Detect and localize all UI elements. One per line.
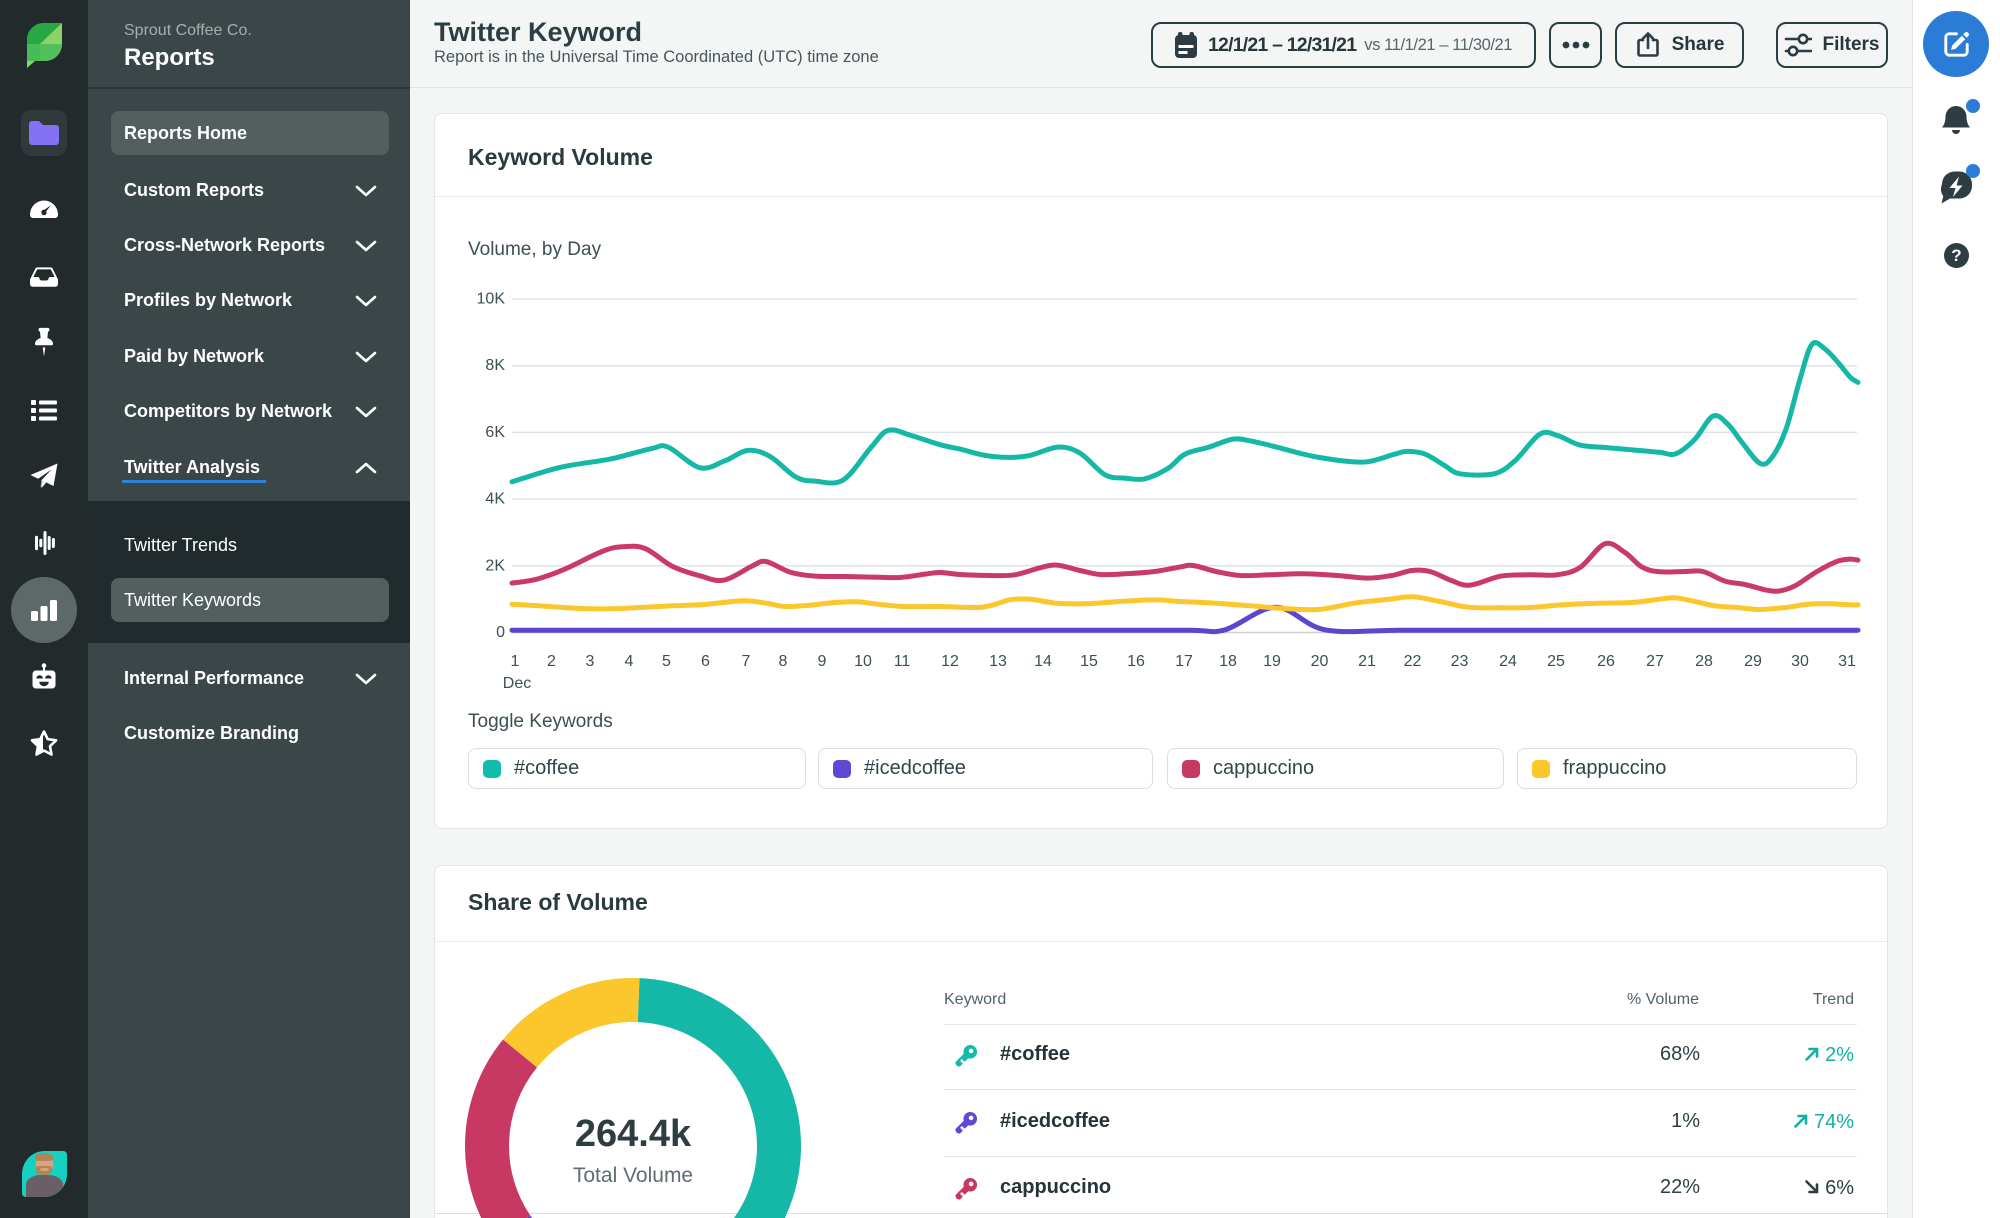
- svg-text:13: 13: [989, 653, 1007, 670]
- svg-text:28: 28: [1695, 653, 1713, 670]
- svg-text:Toggle Keywords: Toggle Keywords: [468, 711, 613, 732]
- svg-text:24: 24: [1499, 653, 1517, 670]
- svg-text:15: 15: [1080, 653, 1098, 670]
- svg-text:5: 5: [662, 653, 671, 670]
- svg-text:9: 9: [818, 653, 827, 670]
- svg-text:26: 26: [1597, 653, 1615, 670]
- svg-text:29: 29: [1744, 653, 1762, 670]
- svg-text:19: 19: [1263, 653, 1281, 670]
- svg-text:7: 7: [742, 653, 751, 670]
- svg-text:30: 30: [1791, 653, 1809, 670]
- svg-text:21: 21: [1358, 653, 1376, 670]
- svg-text:25: 25: [1547, 653, 1565, 670]
- svg-text:31: 31: [1838, 653, 1856, 670]
- svg-text:8K: 8K: [485, 357, 505, 374]
- svg-text:6: 6: [701, 653, 710, 670]
- svg-text:4K: 4K: [485, 491, 505, 508]
- svg-text:10K: 10K: [477, 291, 506, 308]
- svg-text:1: 1: [511, 653, 520, 670]
- svg-text:22: 22: [1404, 653, 1422, 670]
- svg-text:12: 12: [941, 653, 959, 670]
- svg-text:10: 10: [854, 653, 872, 670]
- svg-text:18: 18: [1219, 653, 1237, 670]
- svg-text:2K: 2K: [485, 557, 505, 574]
- svg-text:6K: 6K: [485, 424, 505, 441]
- svg-text:14: 14: [1034, 653, 1052, 670]
- svg-text:16: 16: [1127, 653, 1145, 670]
- svg-text:2: 2: [547, 653, 556, 670]
- svg-text:3: 3: [586, 653, 595, 670]
- svg-text:11: 11: [894, 653, 911, 670]
- svg-text:27: 27: [1646, 653, 1664, 670]
- svg-text:20: 20: [1311, 653, 1329, 670]
- svg-text:17: 17: [1175, 653, 1193, 670]
- svg-text:8: 8: [779, 653, 788, 670]
- svg-text:Volume, by Day: Volume, by Day: [468, 239, 602, 260]
- svg-text:23: 23: [1451, 653, 1469, 670]
- svg-text:0: 0: [496, 624, 505, 641]
- svg-text:4: 4: [625, 653, 634, 670]
- svg-text:Dec: Dec: [503, 675, 531, 692]
